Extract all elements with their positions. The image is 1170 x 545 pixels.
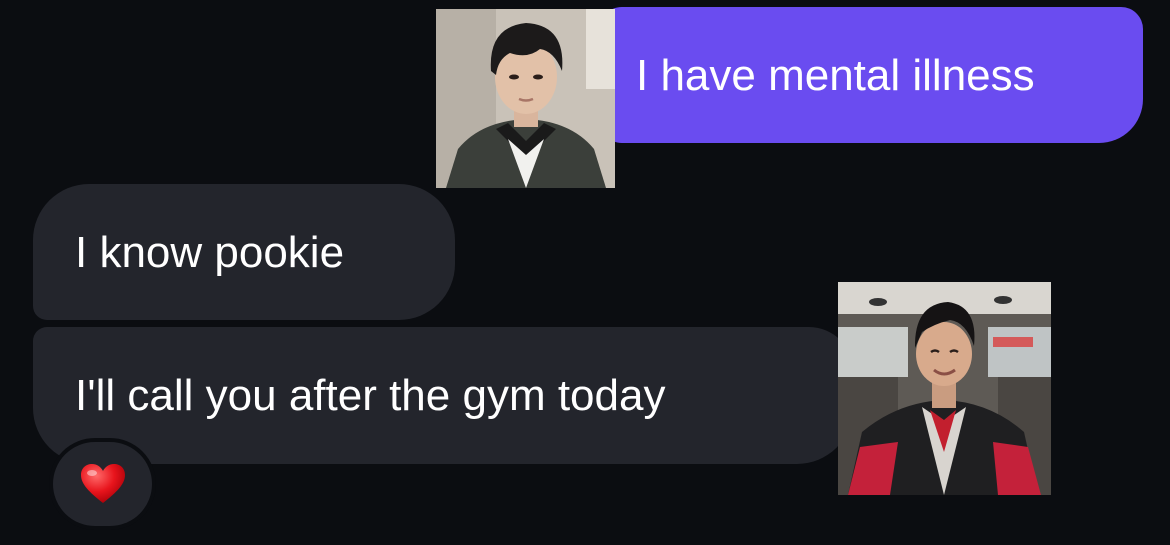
reaction-badge[interactable] — [49, 438, 156, 530]
photo-sticker-boy[interactable] — [436, 9, 615, 188]
message-text: I have mental illness — [636, 51, 1035, 100]
outgoing-message-bubble[interactable]: I have mental illness — [598, 7, 1143, 143]
incoming-message-bubble[interactable]: I know pookie — [33, 184, 455, 320]
boy-photo-icon — [436, 9, 615, 188]
photo-sticker-man[interactable] — [838, 282, 1051, 495]
incoming-message-bubble[interactable]: I'll call you after the gym today — [33, 327, 853, 464]
man-photo-icon — [838, 282, 1051, 495]
message-text: I know pookie — [75, 228, 345, 277]
message-text: I'll call you after the gym today — [75, 371, 666, 420]
heart-icon — [80, 464, 125, 503]
